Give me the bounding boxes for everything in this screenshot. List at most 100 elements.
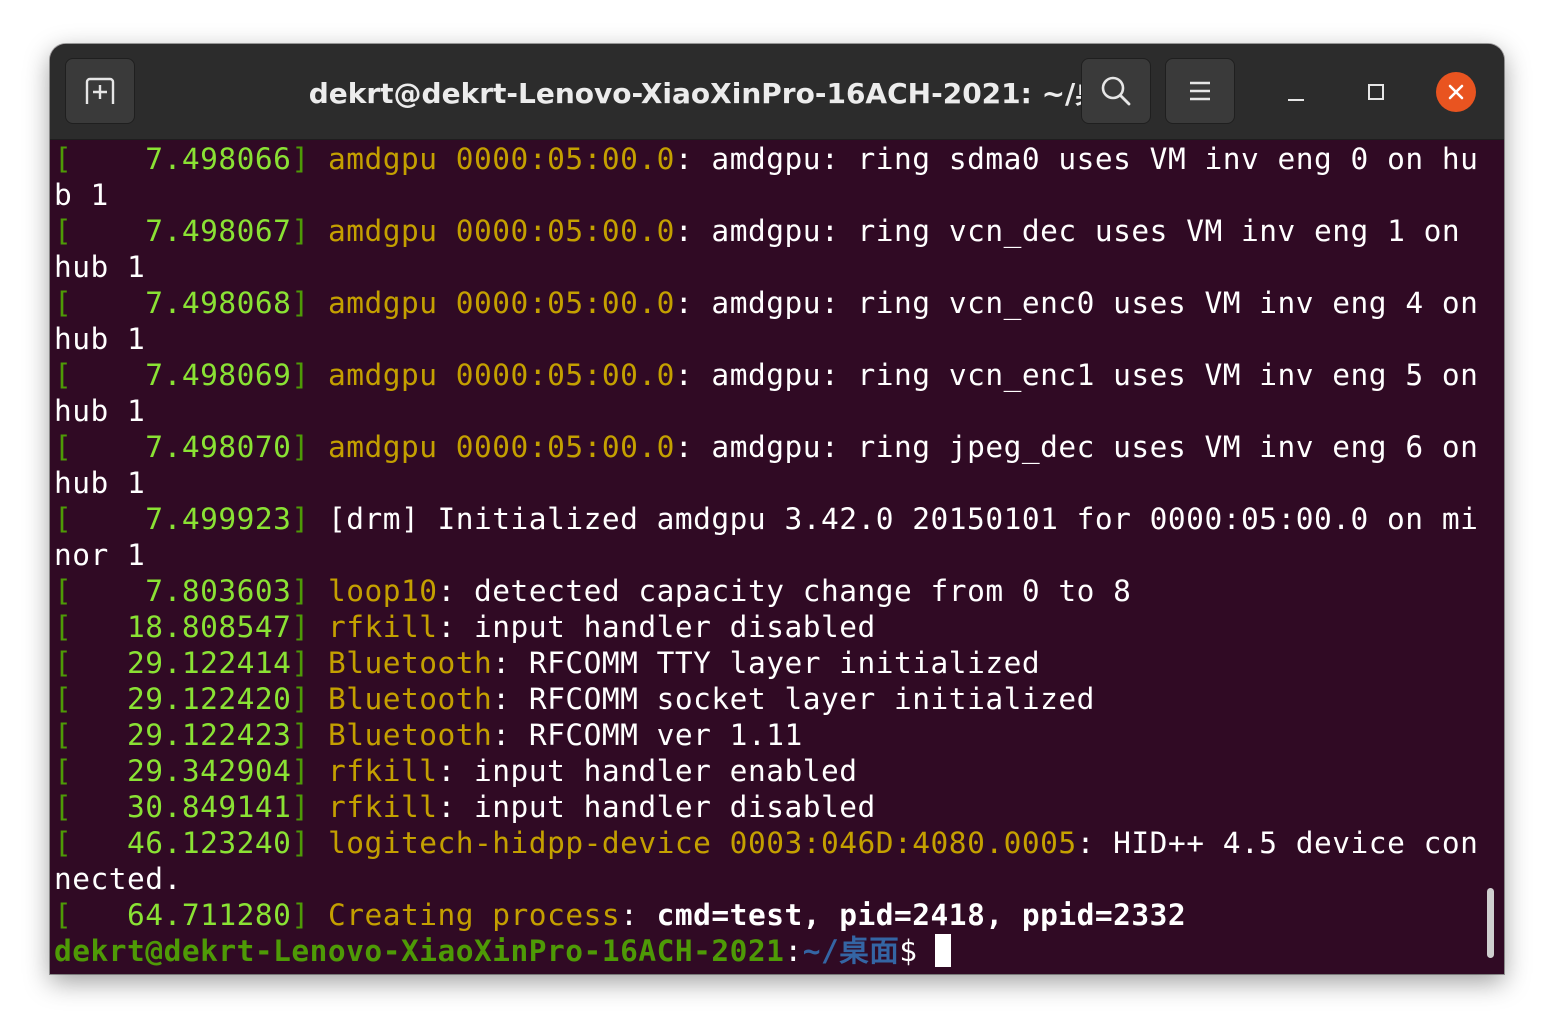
- scrollbar-thumb[interactable]: [1487, 888, 1494, 958]
- log-message: : detected capacity change from 0 to 8: [437, 574, 1132, 608]
- log-bracket-close: ]: [291, 430, 328, 464]
- log-timestamp: 29.122420: [72, 682, 292, 716]
- log-bracket-close: ]: [291, 790, 328, 824]
- log-timestamp: 29.342904: [72, 754, 292, 788]
- log-bracket-open: [: [54, 610, 73, 644]
- log-source: logitech-hidpp-device: [327, 826, 712, 860]
- new-tab-button[interactable]: [65, 58, 135, 124]
- log-source: rfkill: [327, 754, 438, 788]
- menu-button[interactable]: [1165, 58, 1235, 124]
- log-bracket-open: [: [54, 754, 73, 788]
- log-line: [ 7.498067] amdgpu 0000:05:00.0: amdgpu:…: [54, 213, 1484, 285]
- log-device: 0000:05:00.0: [437, 286, 675, 320]
- log-message: : RFCOMM ver 1.11: [492, 718, 803, 752]
- log-line: [ 46.123240] logitech-hidpp-device 0003:…: [54, 825, 1484, 897]
- log-source: Bluetooth: [327, 718, 493, 752]
- log-line: [ 7.499923] [drm] Initialized amdgpu 3.4…: [54, 501, 1484, 573]
- hamburger-menu-icon: [1190, 81, 1210, 101]
- log-bracket-close: ]: [291, 574, 328, 608]
- log-message: : RFCOMM TTY layer initialized: [492, 646, 1041, 680]
- text-cursor: [935, 934, 952, 967]
- log-source: loop10: [327, 574, 438, 608]
- log-timestamp: 46.123240: [72, 826, 292, 860]
- log-source: rfkill: [327, 790, 438, 824]
- log-message: :: [620, 898, 657, 932]
- log-bracket-open: [: [54, 358, 73, 392]
- log-source: amdgpu: [327, 430, 438, 464]
- log-bracket-close: ]: [291, 610, 328, 644]
- log-bracket-open: [: [54, 826, 73, 860]
- log-source: amdgpu: [327, 286, 438, 320]
- log-bracket-close: ]: [291, 754, 328, 788]
- log-source: Creating process: [327, 898, 621, 932]
- log-line: [ 7.803603] loop10: detected capacity ch…: [54, 573, 1484, 609]
- log-timestamp: 7.498068: [72, 286, 292, 320]
- terminal-output[interactable]: [ 7.498066] amdgpu 0000:05:00.0: amdgpu:…: [54, 139, 1484, 974]
- log-message: : input handler disabled: [437, 790, 876, 824]
- title-bar[interactable]: dekrt@dekrt-Lenovo-XiaoXinPro-16ACH-2021…: [50, 44, 1504, 140]
- log-bracket-open: [: [54, 286, 73, 320]
- scrollbar[interactable]: [1484, 139, 1504, 974]
- close-button[interactable]: [1436, 72, 1476, 112]
- log-source: Bluetooth: [327, 646, 493, 680]
- log-bracket-open: [: [54, 718, 73, 752]
- log-bracket-close: ]: [291, 286, 328, 320]
- terminal-window: dekrt@dekrt-Lenovo-XiaoXinPro-16ACH-2021…: [50, 44, 1504, 974]
- log-bracket-close: ]: [291, 646, 328, 680]
- log-bracket-open: [: [54, 898, 73, 932]
- log-line: [ 7.498069] amdgpu 0000:05:00.0: amdgpu:…: [54, 357, 1484, 429]
- log-bracket-close: ]: [291, 682, 328, 716]
- log-device: 0000:05:00.0: [437, 358, 675, 392]
- maximize-button[interactable]: [1356, 72, 1396, 112]
- log-line: [ 29.122414] Bluetooth: RFCOMM TTY layer…: [54, 645, 1484, 681]
- log-source: amdgpu: [327, 142, 438, 176]
- maximize-icon: [1368, 84, 1384, 100]
- prompt-symbol: $: [899, 934, 918, 968]
- log-bracket-close: ]: [291, 214, 328, 248]
- prompt-line[interactable]: dekrt@dekrt-Lenovo-XiaoXinPro-16ACH-2021…: [54, 933, 1484, 969]
- log-line: [ 7.498070] amdgpu 0000:05:00.0: amdgpu:…: [54, 429, 1484, 501]
- log-bracket-open: [: [54, 502, 73, 536]
- log-message: : RFCOMM socket layer initialized: [492, 682, 1095, 716]
- log-timestamp: 7.803603: [72, 574, 292, 608]
- log-message: : input handler disabled: [437, 610, 876, 644]
- log-device: 0000:05:00.0: [437, 142, 675, 176]
- log-line: [ 29.122423] Bluetooth: RFCOMM ver 1.11: [54, 717, 1484, 753]
- log-bracket-open: [: [54, 142, 73, 176]
- log-timestamp: 30.849141: [72, 790, 292, 824]
- log-device: 0000:05:00.0: [437, 430, 675, 464]
- log-timestamp: 7.498067: [72, 214, 292, 248]
- log-bracket-open: [: [54, 682, 73, 716]
- log-source: amdgpu: [327, 358, 438, 392]
- log-device: 0000:05:00.0: [437, 214, 675, 248]
- log-timestamp: 29.122423: [72, 718, 292, 752]
- log-bracket-open: [: [54, 790, 73, 824]
- log-line: [ 18.808547] rfkill: input handler disab…: [54, 609, 1484, 645]
- prompt-path: ~/桌面: [802, 934, 900, 968]
- minimize-icon: [1288, 99, 1304, 101]
- log-lines: [ 7.498066] amdgpu 0000:05:00.0: amdgpu:…: [54, 141, 1484, 933]
- minimize-button[interactable]: [1276, 72, 1316, 112]
- log-bracket-close: ]: [291, 358, 328, 392]
- log-timestamp: 7.499923: [72, 502, 292, 536]
- log-bracket-open: [: [54, 574, 73, 608]
- log-bracket-close: ]: [291, 142, 328, 176]
- log-bracket-close: ]: [291, 826, 328, 860]
- log-line: [ 64.711280] Creating process: cmd=test,…: [54, 897, 1484, 933]
- log-bracket-close: ]: [291, 502, 328, 536]
- log-source: Bluetooth: [327, 682, 493, 716]
- log-timestamp: 7.498070: [72, 430, 292, 464]
- log-source: amdgpu: [327, 214, 438, 248]
- search-button[interactable]: [1081, 58, 1151, 124]
- log-timestamp: 7.498069: [72, 358, 292, 392]
- search-icon: [1101, 76, 1131, 106]
- prompt-user: dekrt@dekrt-Lenovo-XiaoXinPro-16ACH-2021: [54, 934, 785, 968]
- log-bracket-close: ]: [291, 718, 328, 752]
- log-bold-message: cmd=test, pid=2418, ppid=2332: [656, 898, 1187, 932]
- log-message: : input handler enabled: [437, 754, 858, 788]
- log-timestamp: 29.122414: [72, 646, 292, 680]
- close-icon: [1448, 84, 1464, 100]
- log-source: rfkill: [327, 610, 438, 644]
- log-line: [ 7.498068] amdgpu 0000:05:00.0: amdgpu:…: [54, 285, 1484, 357]
- log-line: [ 29.122420] Bluetooth: RFCOMM socket la…: [54, 681, 1484, 717]
